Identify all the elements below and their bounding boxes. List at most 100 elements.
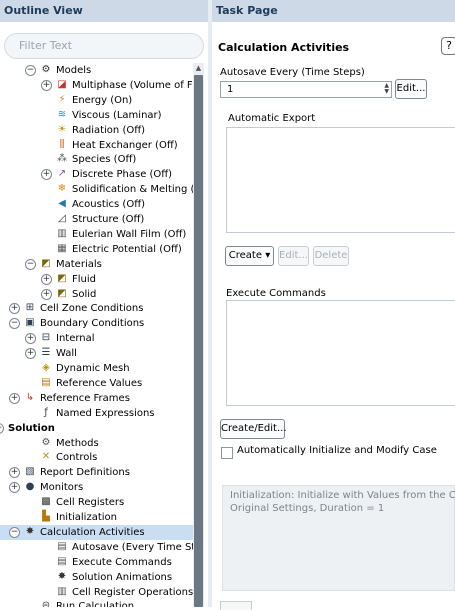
tree-item-label: Cell Register Operations — [72, 586, 193, 598]
tree-item-multiphase-volume-of-fluid[interactable]: + ◪ Multiphase (Volume of Fluid) — [0, 78, 193, 93]
tree-item-label: Initialization — [56, 512, 117, 523]
cell-registers-icon: ▩ — [41, 496, 51, 508]
tree-item-heat-exchanger-off[interactable]: ⫼ Heat Exchanger (Off) — [0, 138, 193, 153]
tree-item-viscous-laminar[interactable]: ≋ Viscous (Laminar) — [0, 108, 193, 123]
expand-icon[interactable]: + — [9, 467, 20, 479]
expand-icon[interactable]: + — [25, 333, 36, 345]
tree-item-structure-off[interactable]: ◿ Structure (Off) — [0, 212, 193, 227]
tree-item-autosave-every-time-steps[interactable]: ▤ Autosave (Every Time Steps) — [0, 540, 193, 555]
tree-item-named-expressions[interactable]: ƒ Named Expressions — [0, 406, 193, 421]
collapse-icon[interactable]: − — [9, 318, 20, 330]
tree-item-report-definitions[interactable]: + ▧ Report Definitions — [0, 465, 193, 480]
tree-item-solidification-melting-off[interactable]: ❄ Solidification & Melting (Off) — [0, 182, 193, 197]
panel-divider[interactable] — [208, 0, 212, 607]
reference-values-icon: ▤ — [41, 376, 51, 388]
wall-icon: ☰ — [41, 347, 51, 359]
outline-scrollbar[interactable]: ▲ — [193, 63, 204, 607]
tree-item-controls[interactable]: ✕ Controls — [0, 450, 193, 465]
cell-zone-icon: ⊞ — [25, 302, 35, 314]
tree-item-acoustics-off[interactable]: ◀ Acoustics (Off) — [0, 197, 193, 212]
radiation-icon: ☀ — [57, 123, 67, 135]
tree-item-energy-on[interactable]: ⚡ Energy (On) — [0, 93, 193, 108]
tree-item-label: Acoustics (Off) — [72, 199, 145, 211]
tree-item-solid[interactable]: + ◩ Solid — [0, 287, 193, 302]
collapse-icon[interactable]: − — [25, 258, 36, 270]
tree-item-label: Reference Values — [56, 377, 143, 389]
tree-item-initialization[interactable]: ▙ Initialization — [0, 510, 193, 525]
expand-icon[interactable]: + — [41, 273, 52, 285]
tree-item-solution[interactable]: −Solution — [0, 421, 193, 436]
tree-item-label: Boundary Conditions — [40, 318, 145, 330]
tree-item-eulerian-wall-film-off[interactable]: ▥ Eulerian Wall Film (Off) — [0, 227, 193, 242]
expand-icon[interactable]: + — [41, 169, 52, 181]
tree-item-label: Solidification & Melting (Off) — [72, 184, 193, 196]
tree-item-label: Models — [56, 65, 92, 76]
calculation-activities-icon: ✸ — [25, 525, 35, 537]
tree-item-label: Named Expressions — [56, 407, 155, 419]
tree-item-species-off[interactable]: ⁂ Species (Off) — [0, 152, 193, 167]
expand-icon[interactable]: + — [25, 348, 36, 360]
scroll-thumb[interactable] — [194, 75, 203, 607]
automatic-export-list[interactable] — [226, 127, 455, 233]
tree-item-reference-frames[interactable]: + ↳ Reference Frames — [0, 391, 193, 406]
tree-item-cell-zone-conditions[interactable]: + ⊞ Cell Zone Conditions — [0, 301, 193, 316]
tree-item-label: Structure (Off) — [72, 214, 145, 225]
tree-item-run-calculation[interactable]: ⊜ Run Calculation — [0, 599, 193, 607]
expand-icon[interactable]: + — [9, 482, 20, 494]
create-button[interactable]: Create ▾ — [225, 246, 274, 266]
energy-icon: ⚡ — [58, 93, 66, 105]
scroll-up-icon[interactable]: ▲ — [193, 63, 204, 73]
tree-item-models[interactable]: − ⚙ Models — [0, 63, 193, 78]
tree-item-discrete-phase-off[interactable]: + ↗ Discrete Phase (Off) — [0, 167, 193, 182]
tree-item-cell-registers[interactable]: ▩ Cell Registers — [0, 495, 193, 510]
filter-input[interactable]: Filter Text — [4, 33, 204, 59]
expand-icon[interactable]: + — [41, 288, 52, 300]
tree-item-fluid[interactable]: + ◩ Fluid — [0, 272, 193, 287]
methods-icon: ⚙ — [41, 436, 51, 448]
cell-register-ops-icon: ▥ — [57, 585, 67, 597]
execute-commands-list[interactable] — [226, 300, 455, 406]
tree-item-dynamic-mesh[interactable]: ◈ Dynamic Mesh — [0, 361, 193, 376]
tree-item-cell-register-operations[interactable]: ▥ Cell Register Operations — [0, 585, 193, 600]
solidification-icon: ❄ — [57, 183, 67, 195]
tree-item-internal[interactable]: + ⊟ Internal — [0, 331, 193, 346]
initialization-icon: ▙ — [42, 511, 50, 522]
expand-icon[interactable]: + — [9, 303, 20, 315]
outline-view-header: Outline View — [0, 0, 208, 22]
materials-icon: ◩ — [41, 257, 51, 269]
tree-item-reference-values[interactable]: ▤ Reference Values — [0, 376, 193, 391]
tree-item-boundary-conditions[interactable]: − ▣ Boundary Conditions — [0, 316, 193, 331]
export-edit-button[interactable]: Edit... — [278, 246, 309, 266]
autosave-input[interactable]: 1 ▲ ▼ — [220, 81, 392, 98]
solid-icon: ◩ — [57, 287, 67, 299]
tree-item-electric-potential-off[interactable]: ▦ Electric Potential (Off) — [0, 242, 193, 257]
tree-item-execute-commands[interactable]: ▤ Execute Commands — [0, 555, 193, 570]
tree-item-label: Execute Commands — [72, 556, 172, 568]
info-line: Original Settings, Duration = 1 — [230, 503, 385, 514]
viscous-icon: ≋ — [57, 108, 67, 120]
electric-potential-icon: ▦ — [57, 242, 67, 254]
help-button[interactable]: ? — [441, 37, 455, 55]
autosave-edit-button[interactable]: Edit... — [395, 79, 427, 99]
multiphase-icon: ◪ — [57, 78, 67, 90]
tree-item-materials[interactable]: − ◩ Materials — [0, 257, 193, 272]
monitors-icon: ● — [25, 481, 35, 493]
tree-item-monitors[interactable]: + ● Monitors — [0, 480, 193, 495]
bottom-button[interactable] — [220, 601, 252, 610]
expand-icon[interactable]: + — [9, 392, 20, 404]
tree-item-calculation-activities[interactable]: − ✸ Calculation Activities — [0, 524, 193, 540]
spinner-icon[interactable]: ▲ ▼ — [384, 83, 389, 95]
collapse-icon[interactable]: − — [25, 65, 36, 76]
wall-film-icon: ▥ — [57, 227, 67, 239]
expand-icon[interactable]: + — [41, 79, 52, 91]
tree-item-solution-animations[interactable]: ✸ Solution Animations — [0, 570, 193, 585]
collapse-icon[interactable]: − — [0, 422, 4, 434]
delete-button[interactable]: Delete — [313, 246, 349, 266]
collapse-icon[interactable]: − — [9, 526, 20, 538]
species-icon: ⁂ — [57, 153, 67, 165]
auto-initialize-checkbox[interactable] — [221, 447, 233, 459]
tree-item-methods[interactable]: ⚙ Methods — [0, 436, 193, 451]
tree-item-radiation-off[interactable]: ☀ Radiation (Off) — [0, 123, 193, 138]
tree-item-wall[interactable]: + ☰ Wall — [0, 346, 193, 361]
create-edit-button[interactable]: Create/Edit... — [220, 419, 287, 439]
